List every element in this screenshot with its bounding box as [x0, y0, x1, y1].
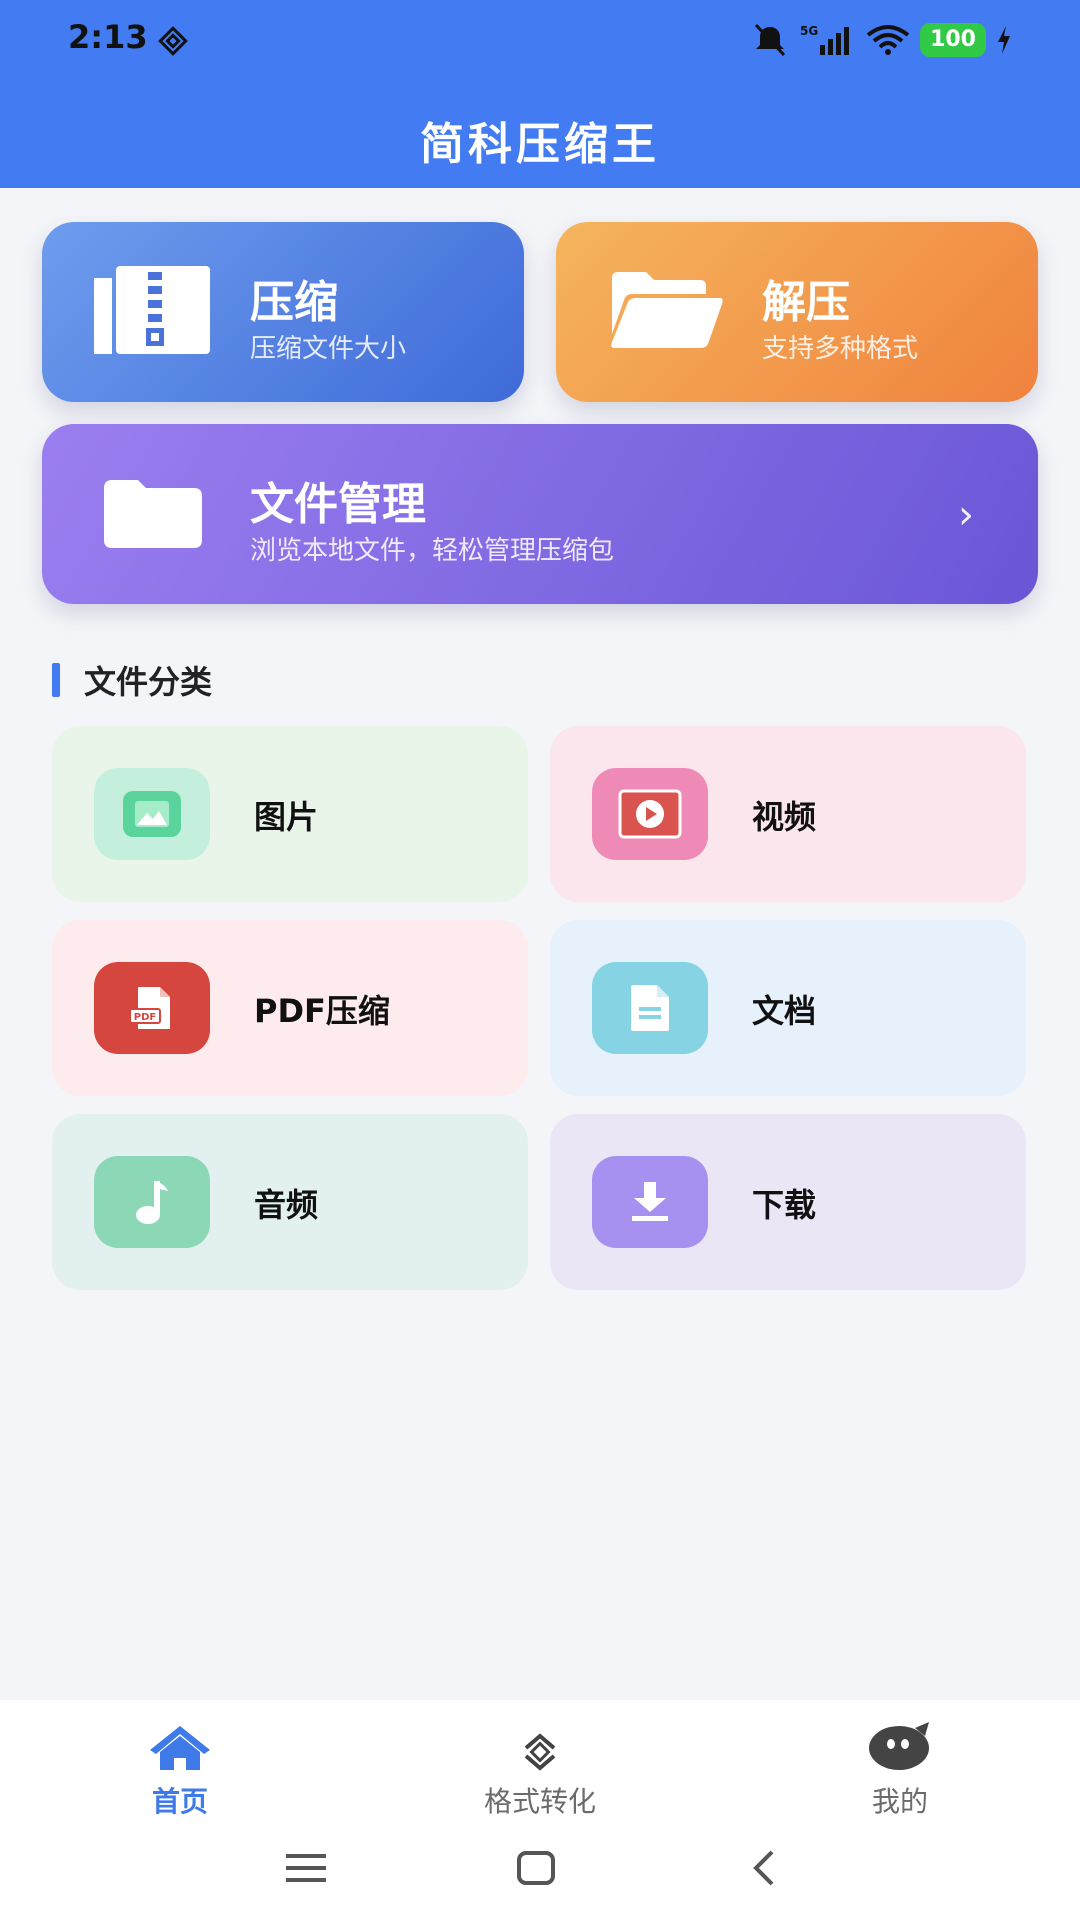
category-tile-pdf[interactable]: PDF PDF压缩	[52, 920, 528, 1096]
category-label: 视频	[752, 798, 817, 836]
extract-title: 解压	[762, 277, 850, 328]
category-label: 下载	[752, 1186, 817, 1224]
category-label: PDF压缩	[254, 992, 390, 1030]
nav-profile[interactable]: 我的	[800, 1720, 1000, 1820]
profile-icon	[800, 1720, 1000, 1772]
download-icon	[592, 1156, 708, 1248]
mute-bell-icon	[750, 23, 790, 57]
status-time: 2:13	[68, 18, 148, 56]
system-navigation-bar	[0, 1824, 1080, 1920]
file-management-subtitle: 浏览本地文件，轻松管理压缩包	[250, 536, 615, 566]
category-tile-audio[interactable]: 音频	[52, 1114, 528, 1290]
app-header: 2:13 5G 100 简科压缩王	[0, 0, 1080, 188]
category-tile-video[interactable]: 视频	[550, 726, 1026, 902]
nav-home[interactable]: 首页	[80, 1720, 280, 1820]
category-label: 音频	[254, 1186, 319, 1224]
open-folder-icon	[608, 270, 724, 354]
status-right-cluster: 5G 100	[750, 18, 1012, 62]
convert-icon	[440, 1720, 640, 1772]
charging-bolt-icon	[996, 26, 1012, 54]
svg-text:PDF: PDF	[134, 1012, 156, 1023]
battery-indicator: 100	[920, 23, 986, 57]
back-icon[interactable]	[750, 1850, 778, 1890]
home-icon	[80, 1720, 280, 1772]
compress-subtitle: 压缩文件大小	[250, 334, 407, 364]
category-label: 图片	[254, 798, 319, 836]
compress-card[interactable]: 压缩 压缩文件大小	[42, 222, 524, 402]
category-tile-documents[interactable]: 文档	[550, 920, 1026, 1096]
menu-icon[interactable]	[286, 1850, 326, 1890]
chevron-right-icon: ›	[958, 492, 974, 538]
extract-card[interactable]: 解压 支持多种格式	[556, 222, 1038, 402]
pdf-icon: PDF	[94, 962, 210, 1054]
nav-label: 格式转化	[483, 1785, 596, 1818]
section-title: 文件分类	[84, 663, 213, 701]
network-label: 5G	[800, 24, 818, 38]
music-icon	[94, 1156, 210, 1248]
compress-title: 压缩	[250, 277, 338, 328]
category-tile-downloads[interactable]: 下载	[550, 1114, 1026, 1290]
category-tile-images[interactable]: 图片	[52, 726, 528, 902]
bottom-navigation: 首页 格式转化 我的	[0, 1700, 1080, 1824]
category-label: 文档	[752, 992, 817, 1030]
signal-icon: 5G	[800, 23, 856, 57]
nav-label: 我的	[871, 1785, 928, 1818]
diamond-notification-icon	[156, 24, 190, 58]
heading-accent-bar	[52, 663, 60, 697]
image-icon	[94, 768, 210, 860]
file-management-card[interactable]: 文件管理 浏览本地文件，轻松管理压缩包 ›	[42, 424, 1038, 604]
file-management-title: 文件管理	[250, 479, 426, 530]
video-icon	[592, 768, 708, 860]
document-icon	[592, 962, 708, 1054]
status-bar: 2:13 5G 100	[0, 0, 1080, 80]
extract-subtitle: 支持多种格式	[762, 334, 919, 364]
nav-label: 首页	[151, 1785, 208, 1818]
wifi-icon	[866, 23, 910, 57]
home-square-icon[interactable]	[516, 1850, 556, 1890]
file-category-heading: 文件分类	[52, 660, 213, 701]
zip-archive-icon	[94, 266, 214, 362]
folder-icon	[104, 480, 202, 552]
app-title: 简科压缩王	[420, 119, 660, 170]
nav-convert[interactable]: 格式转化	[440, 1720, 640, 1820]
